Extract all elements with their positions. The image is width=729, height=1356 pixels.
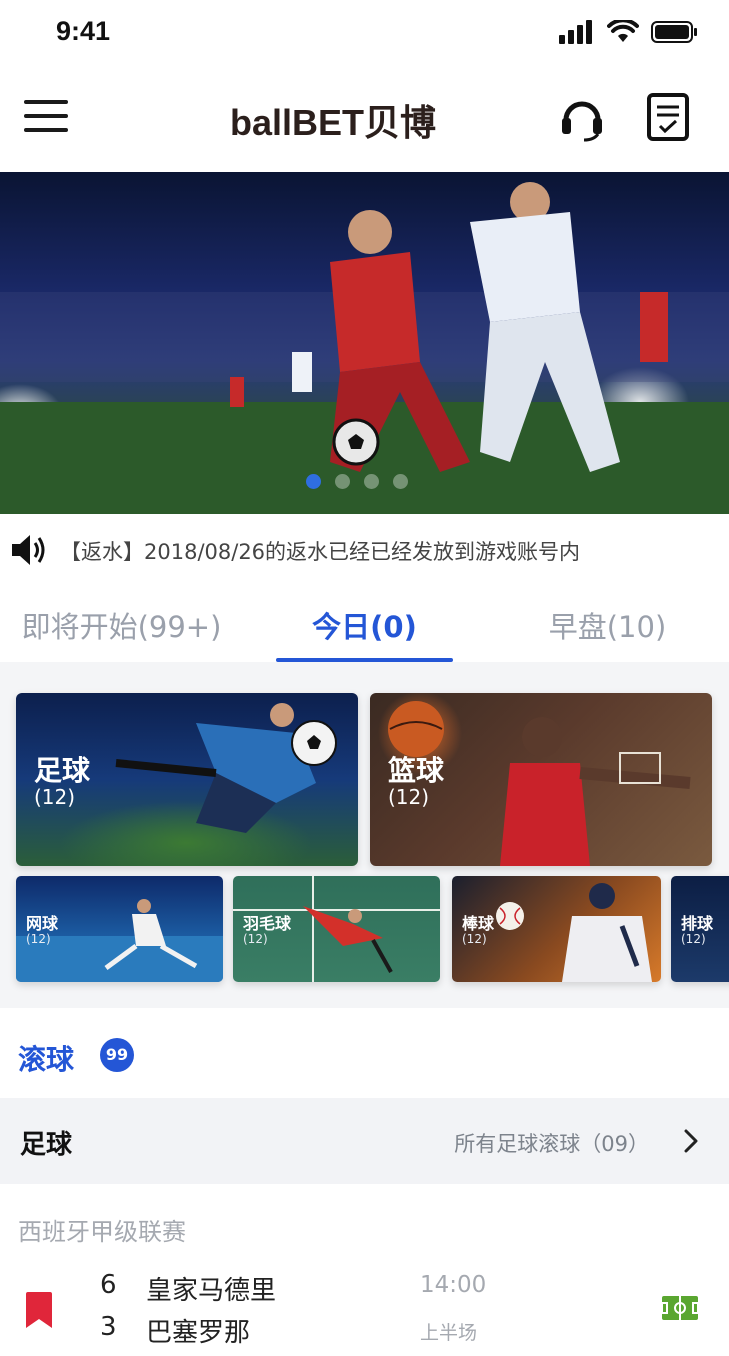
home-team: 皇家马德里: [146, 1276, 277, 1306]
status-bar: 9:41: [0, 0, 729, 66]
sport-card-basketball[interactable]: 篮球 (12): [370, 693, 712, 866]
sport-card-title: 篮球: [388, 754, 445, 787]
banner-dot[interactable]: [335, 474, 350, 489]
promo-banner[interactable]: [0, 172, 729, 514]
sport-card-count: (12): [34, 785, 76, 809]
away-score: 3: [100, 1312, 117, 1342]
all-football-live-link[interactable]: 所有足球滚球（09）: [454, 1128, 649, 1158]
banner-dot[interactable]: [393, 474, 408, 489]
home-score: 6: [100, 1270, 117, 1300]
match-row[interactable]: 6 皇家马德里 3 巴塞罗那 14:00 上半场: [0, 1258, 729, 1356]
sports-grid: 足球 (12) 篮球 (12) 网球 (12) 羽毛球 (12) 棒球 (12)…: [0, 662, 729, 1008]
live-section-header: 滚球 99: [0, 1008, 729, 1098]
sport-card-count: (12): [26, 932, 51, 946]
league-name: 西班牙甲级联赛: [18, 1218, 186, 1246]
sport-card-count: (12): [462, 932, 487, 946]
app-logo: ballBET贝博: [230, 102, 437, 143]
announcement-bar[interactable]: 【返水】2018/08/26的返水已经已经发放到游戏账号内: [0, 528, 729, 572]
sport-card-title: 排球: [681, 914, 714, 933]
live-count-badge: 99: [100, 1038, 134, 1072]
battery-icon: [651, 21, 697, 43]
app-header: ballBET贝博: [0, 66, 729, 172]
sport-card-title: 羽毛球: [243, 914, 292, 933]
bookmark-icon[interactable]: [26, 1292, 52, 1328]
live-title[interactable]: 滚球: [18, 1038, 74, 1078]
sport-card-tennis[interactable]: 网球 (12): [16, 876, 223, 982]
sport-card-title: 足球: [34, 754, 91, 787]
sport-card-baseball[interactable]: 棒球 (12): [452, 876, 661, 982]
banner-dot[interactable]: [306, 474, 321, 489]
banner-dot[interactable]: [364, 474, 379, 489]
status-icons: [559, 20, 699, 44]
status-time: 9:41: [56, 16, 111, 46]
sport-card-title: 棒球: [462, 914, 495, 933]
football-live-row[interactable]: 足球 所有足球滚球（09）: [0, 1098, 729, 1184]
banner-illustration: [0, 182, 729, 514]
sport-card-football[interactable]: 足球 (12): [16, 693, 358, 866]
orders-icon[interactable]: [646, 92, 690, 142]
tab-today[interactable]: 今日(0): [243, 586, 486, 662]
sport-card-badminton[interactable]: 羽毛球 (12): [233, 876, 440, 982]
away-team: 巴塞罗那: [146, 1318, 251, 1348]
match-tabs: 即将开始(99+) 今日(0) 早盘(10): [0, 586, 729, 662]
wifi-icon: [607, 20, 639, 42]
menu-icon[interactable]: [24, 100, 68, 136]
sport-section-title: 足球: [20, 1130, 73, 1160]
pitch-icon[interactable]: [662, 1296, 698, 1320]
match-time: 14:00: [420, 1272, 487, 1298]
sport-card-title: 网球: [26, 914, 59, 933]
match-period: 上半场: [420, 1322, 478, 1344]
tab-upcoming[interactable]: 即将开始(99+): [0, 586, 243, 662]
sport-card-count: (12): [243, 932, 268, 946]
speaker-icon: [12, 535, 45, 565]
tab-early[interactable]: 早盘(10): [486, 586, 729, 662]
banner-pagination[interactable]: [306, 474, 408, 489]
chevron-right-icon[interactable]: [683, 1128, 699, 1154]
announcement-text: 【返水】2018/08/26的返水已经已经发放到游戏账号内: [60, 540, 581, 564]
headset-icon[interactable]: [558, 94, 606, 142]
sport-card-count: (12): [388, 785, 430, 809]
sport-card-volleyball[interactable]: 排球 (12): [671, 876, 729, 982]
signal-icon: [559, 20, 592, 44]
sport-card-count: (12): [681, 932, 706, 946]
